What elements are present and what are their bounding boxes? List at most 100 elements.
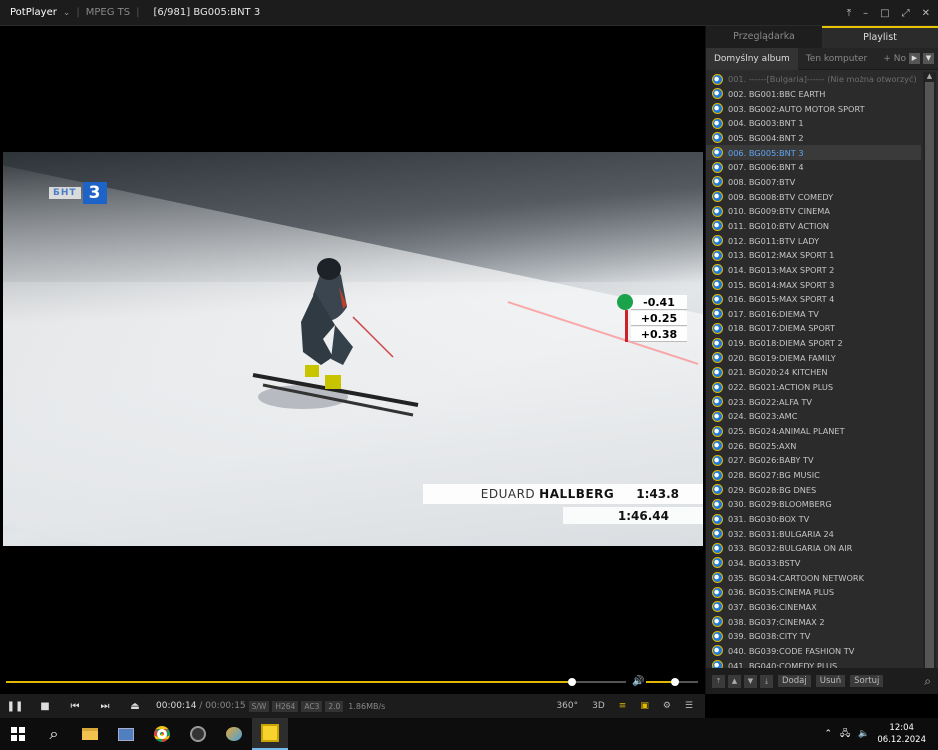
settings-gear-icon[interactable]: ⚙ [663, 701, 671, 711]
fullscreen-icon[interactable]: ⤢ [902, 8, 910, 19]
playlist-item[interactable]: 012. BG011:BTV LADY [706, 233, 921, 248]
potplayer-taskbar-icon[interactable] [252, 718, 288, 750]
playlist-item[interactable]: 030. BG029:BLOOMBERG [706, 497, 921, 512]
close-icon[interactable]: ✕ [922, 8, 930, 19]
paint-icon[interactable] [216, 718, 252, 750]
playlist-item[interactable]: 028. BG027:BG MUSIC [706, 468, 921, 483]
seek-handle[interactable] [568, 678, 577, 686]
playlist-item[interactable]: 010. BG009:BTV CINEMA [706, 204, 921, 219]
speaker-icon[interactable]: 🔈 [858, 729, 869, 739]
playlist-item[interactable]: 032. BG031:BULGARIA 24 [706, 526, 921, 541]
playlist-item[interactable]: 009. BG008:BTV COMEDY [706, 189, 921, 204]
move-down-icon[interactable]: ▼ [744, 674, 757, 688]
search-icon[interactable]: ⌕ [924, 674, 931, 689]
network-app-icon[interactable] [108, 718, 144, 750]
scroll-up-icon[interactable]: ▲ [923, 72, 936, 81]
playlist-item[interactable]: 003. BG002:AUTO MOTOR SPORT [706, 101, 921, 116]
pause-icon[interactable]: ❚❚ [0, 701, 30, 712]
seek-bar[interactable] [6, 678, 626, 686]
chevron-up-icon[interactable]: ⌃ [825, 729, 833, 739]
tab-browser[interactable]: Przeglądarka [706, 26, 822, 48]
volume-icon[interactable]: 🔊 [632, 676, 644, 687]
volume-slider[interactable] [646, 678, 698, 686]
playlist-item[interactable]: 038. BG037:CINEMAX 2 [706, 614, 921, 629]
eject-icon[interactable]: ⏏ [120, 701, 150, 712]
playlist-item[interactable]: 021. BG020:24 KITCHEN [706, 365, 921, 380]
playlist-item[interactable]: 008. BG007:BTV [706, 175, 921, 190]
playlist-item[interactable]: 026. BG025:AXN [706, 438, 921, 453]
playlist-item[interactable]: 025. BG024:ANIMAL PLANET [706, 424, 921, 439]
playlist-item[interactable]: 027. BG026:BABY TV [706, 453, 921, 468]
tab-this-computer[interactable]: Ten komputer [798, 48, 875, 70]
equalizer-icon[interactable]: ≡ [619, 701, 627, 711]
network-icon[interactable]: 🖧 [840, 726, 850, 742]
maximize-icon[interactable]: □ [880, 8, 889, 19]
move-up-icon[interactable]: ▲ [728, 674, 741, 688]
subtitle-icon[interactable]: ▣ [640, 701, 649, 711]
playlist-item[interactable]: 011. BG010:BTV ACTION [706, 219, 921, 234]
time-display[interactable]: 00:00:14 / 00:00:15 [156, 701, 246, 711]
file-explorer-icon[interactable] [72, 718, 108, 750]
playlist-item[interactable]: 034. BG033:BSTV [706, 556, 921, 571]
playlist-list[interactable]: 001. ------[Bulgaria]------ (Nie można o… [706, 72, 921, 692]
stop-icon[interactable]: ■ [30, 701, 60, 712]
app-icon[interactable] [180, 718, 216, 750]
chrome-icon[interactable] [144, 718, 180, 750]
sort-button[interactable]: Sortuj [850, 675, 884, 687]
playlist-item[interactable]: 001. ------[Bulgaria]------ (Nie można o… [706, 72, 921, 87]
playlist-item[interactable]: 004. BG003:BNT 1 [706, 116, 921, 131]
playlist-item[interactable]: 036. BG035:CINEMA PLUS [706, 585, 921, 600]
playlist-item[interactable]: 017. BG016:DIEMA TV [706, 307, 921, 322]
playlist-item[interactable]: 016. BG015:MAX SPORT 4 [706, 292, 921, 307]
playlist-item[interactable]: 029. BG028:BG DNES [706, 482, 921, 497]
app-menu-button[interactable]: PotPlayer ⌄ [0, 7, 70, 18]
tag-codec[interactable]: H264 [272, 700, 299, 712]
playlist-item-label: 021. BG020:24 KITCHEN [728, 367, 828, 378]
playlist-item[interactable]: 015. BG014:MAX SPORT 3 [706, 277, 921, 292]
playlist-item[interactable]: 007. BG006:BNT 4 [706, 160, 921, 175]
playlist-scrollbar[interactable]: ▲ ▼ [923, 72, 936, 692]
clock[interactable]: 12:04 06.12.2024 [877, 722, 926, 746]
move-bottom-icon[interactable]: ⤓ [760, 674, 773, 688]
playlist-item[interactable]: 035. BG034:CARTOON NETWORK [706, 570, 921, 585]
playlist-item[interactable]: 018. BG017:DIEMA SPORT [706, 321, 921, 336]
playlist-item[interactable]: 014. BG013:MAX SPORT 2 [706, 263, 921, 278]
playlist-item[interactable]: 024. BG023:AMC [706, 409, 921, 424]
move-top-icon[interactable]: ⤒ [712, 674, 725, 688]
previous-icon[interactable]: ⏮ [60, 701, 90, 712]
chevron-right-icon[interactable]: ▶ [909, 53, 920, 64]
playlist-item[interactable]: 033. BG032:BULGARIA ON AIR [706, 541, 921, 556]
playlist-item[interactable]: 002. BG001:BBC EARTH [706, 87, 921, 102]
add-button[interactable]: Dodaj [778, 675, 811, 687]
tag-audio[interactable]: AC3 [301, 700, 323, 712]
playlist-item[interactable]: 040. BG039:CODE FASHION TV [706, 644, 921, 659]
playlist-item[interactable]: 019. BG018:DIEMA SPORT 2 [706, 336, 921, 351]
tab-default-album[interactable]: Domyślny album [706, 47, 798, 70]
tag-sw[interactable]: S/W [248, 700, 270, 712]
playlist-item[interactable]: 020. BG019:DIEMA FAMILY [706, 350, 921, 365]
new-album-button[interactable]: + No [883, 54, 906, 64]
playlist-item[interactable]: 005. BG004:BNT 2 [706, 131, 921, 146]
playlist-item[interactable]: 013. BG012:MAX SPORT 1 [706, 248, 921, 263]
pin-icon[interactable]: ⤒ [847, 8, 851, 19]
next-icon[interactable]: ⏭ [90, 701, 120, 712]
chevron-down-icon[interactable]: ▼ [923, 53, 934, 64]
playlist-item[interactable]: 039. BG038:CITY TV [706, 629, 921, 644]
minimize-icon[interactable]: – [863, 8, 868, 19]
playlist-item[interactable]: 037. BG036:CINEMAX [706, 600, 921, 615]
remove-button[interactable]: Usuń [815, 675, 846, 687]
tag-channels[interactable]: 2.0 [325, 700, 344, 712]
playlist-item-current[interactable]: 006. BG005:BNT 3 [706, 145, 921, 160]
start-button[interactable] [0, 718, 36, 750]
playlist-item[interactable]: 031. BG030:BOX TV [706, 512, 921, 527]
playlist-item[interactable]: 023. BG022:ALFA TV [706, 394, 921, 409]
tab-playlist[interactable]: Playlist [822, 26, 938, 48]
video-area[interactable]: БНТ 3 -0.41 +0.25 +0.38 EDUARD HALLBERG … [0, 26, 705, 674]
playlist-item[interactable]: 022. BG021:ACTION PLUS [706, 380, 921, 395]
search-icon[interactable]: ⌕ [36, 718, 72, 750]
volume-handle[interactable] [670, 678, 679, 686]
menu-icon[interactable]: ☰ [685, 701, 693, 711]
scroll-thumb[interactable] [925, 82, 934, 682]
vr-360-button[interactable]: 360° [556, 701, 578, 711]
3d-button[interactable]: 3D [592, 701, 605, 711]
